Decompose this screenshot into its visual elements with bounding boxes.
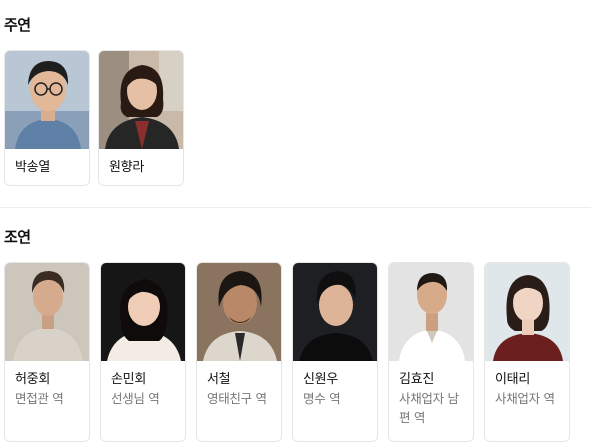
person-photo [389, 263, 473, 361]
cast-card[interactable]: 이태리 사채업자 역 [484, 262, 570, 442]
cast-card[interactable]: 원향라 [98, 50, 184, 186]
cast-card[interactable]: 김효진 사채업자 남편 역 [388, 262, 474, 442]
person-photo [99, 51, 183, 149]
person-name: 원향라 [109, 160, 144, 175]
person-role: 선생님 역 [111, 391, 160, 406]
person-role: 면접관 역 [15, 391, 64, 406]
section-title-supporting-cast: 조연 [4, 228, 31, 246]
cast-card[interactable]: 서철 영태친구 역 [196, 262, 282, 442]
person-name: 서철 [207, 372, 231, 387]
person-role: 사채업자 남편 역 [399, 391, 459, 425]
section-divider [0, 207, 591, 208]
person-name: 이태리 [495, 372, 530, 387]
person-name: 손민회 [111, 372, 146, 387]
person-photo [5, 263, 89, 361]
person-photo [101, 263, 185, 361]
person-photo [197, 263, 281, 361]
section-title-main-cast: 주연 [4, 16, 31, 34]
person-name: 신원우 [303, 372, 338, 387]
person-photo [5, 51, 89, 149]
person-role: 명수 역 [303, 391, 341, 406]
person-name: 허중회 [15, 372, 50, 387]
cast-card[interactable]: 손민회 선생님 역 [100, 262, 186, 442]
main-cast-list: 박송열 원향라 [4, 50, 184, 186]
cast-card[interactable]: 신원우 명수 역 [292, 262, 378, 442]
supporting-cast-list: 허중회 면접관 역 손민회 선생님 역 서철 영태친구 역 신원우 명수 역 김… [4, 262, 570, 442]
person-photo [293, 263, 377, 361]
cast-card[interactable]: 허중회 면접관 역 [4, 262, 90, 442]
person-name: 박송열 [15, 160, 50, 175]
person-role: 사채업자 역 [495, 391, 555, 406]
person-photo [485, 263, 569, 361]
cast-card[interactable]: 박송열 [4, 50, 90, 186]
person-role: 영태친구 역 [207, 391, 267, 406]
person-name: 김효진 [399, 372, 434, 387]
